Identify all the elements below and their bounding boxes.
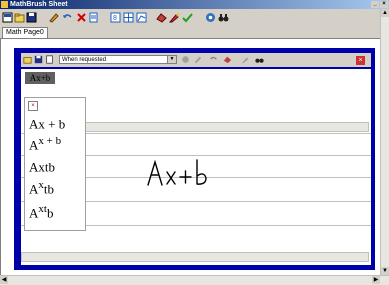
recognized-expression[interactable]: Ax+b <box>25 72 55 84</box>
settings-icon[interactable] <box>181 55 190 64</box>
close-window-button[interactable]: × <box>380 1 388 8</box>
page-icon[interactable] <box>45 55 54 64</box>
window-title: MathBrush Sheet <box>10 1 68 8</box>
candidate-item[interactable]: Axtb <box>29 178 54 196</box>
settings-icon[interactable] <box>205 12 216 23</box>
brush-icon[interactable] <box>193 55 202 64</box>
new-icon[interactable] <box>2 12 13 23</box>
scroll-left-icon[interactable]: ◀ <box>0 276 8 284</box>
binoculars-icon[interactable] <box>218 12 229 23</box>
save-icon[interactable] <box>34 55 43 64</box>
scroll-right-icon[interactable]: ▶ <box>372 276 380 284</box>
close-panel-button[interactable]: × <box>356 56 365 65</box>
app-icon <box>1 1 8 8</box>
delete-icon[interactable] <box>76 12 87 23</box>
eraser-icon[interactable] <box>223 55 232 64</box>
candidate-item[interactable]: Ax + b <box>29 113 65 131</box>
binoculars-icon[interactable] <box>255 55 264 64</box>
plot-icon[interactable] <box>136 12 147 23</box>
undo-icon[interactable] <box>62 12 73 23</box>
canvas-bottom-scrollbar[interactable] <box>21 252 369 262</box>
pencil-icon[interactable] <box>48 12 59 23</box>
scroll-down-icon[interactable]: ▼ <box>381 267 389 275</box>
open-icon[interactable] <box>14 12 25 23</box>
open-icon[interactable] <box>23 55 32 64</box>
pen-icon[interactable] <box>169 12 180 23</box>
vertical-scrollbar[interactable]: ▲ ▼ <box>380 9 389 275</box>
candidate-list: × Ax + b Ax + b Axtb Axtb Axtb <box>24 97 86 231</box>
pen-icon[interactable] <box>241 55 250 64</box>
matrix-icon[interactable]: 8 <box>110 12 121 23</box>
candidate-item[interactable]: Ax + b <box>29 134 61 152</box>
scroll-up-icon[interactable]: ▲ <box>381 9 389 17</box>
canvas-scrollbar[interactable] <box>83 122 369 132</box>
grid-icon[interactable] <box>123 12 134 23</box>
dismiss-candidates-icon[interactable]: × <box>28 101 38 111</box>
panel-toolbar: When requested ▼ × <box>21 53 371 67</box>
check-icon[interactable] <box>182 12 193 23</box>
eraser-icon[interactable] <box>156 12 167 23</box>
tab-math-page0[interactable]: Math Page0 <box>2 27 48 38</box>
page-icon[interactable] <box>88 12 99 23</box>
svg-text:8: 8 <box>113 15 117 22</box>
page-tab-bar: Math Page0 <box>0 27 389 39</box>
recognition-mode-value: When requested <box>62 57 107 63</box>
save-icon[interactable] <box>26 12 37 23</box>
candidate-item[interactable]: Axtb <box>29 202 53 220</box>
candidate-item[interactable]: Axtb <box>29 156 55 174</box>
main-toolbar: 8 <box>0 9 389 27</box>
undo-icon[interactable] <box>209 55 218 64</box>
recognition-mode-select[interactable]: When requested ▼ <box>59 55 177 64</box>
minimize-button[interactable]: _ <box>371 1 379 8</box>
chevron-down-icon[interactable]: ▼ <box>167 56 176 63</box>
title-bar: MathBrush Sheet _ × <box>0 0 389 9</box>
handwritten-ink <box>147 159 207 186</box>
